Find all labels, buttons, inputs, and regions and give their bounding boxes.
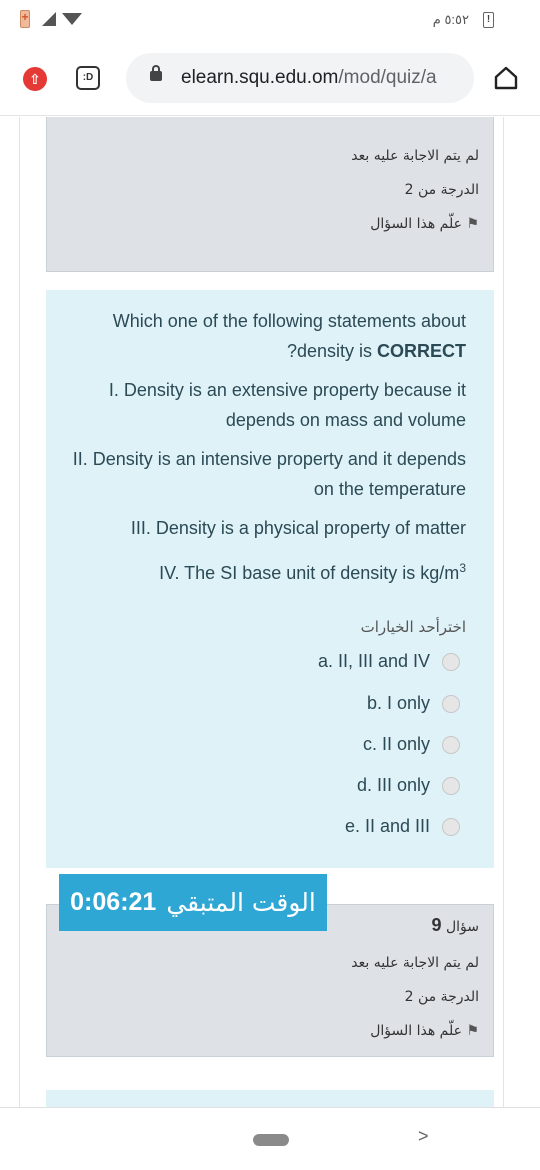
next-question-content: [46, 1090, 494, 1107]
option-radio[interactable]: [442, 817, 460, 836]
flag-question-link[interactable]: ⚑ علّم هذا السؤال: [370, 216, 479, 232]
back-chevron-icon[interactable]: >: [418, 1126, 429, 1147]
home-gesture-pill[interactable]: [253, 1134, 289, 1146]
wifi-icon: [62, 13, 82, 25]
battery-saver-icon: [20, 10, 30, 28]
url-host: elearn.squ.edu.om: [181, 67, 339, 88]
flag-question-link[interactable]: ⚑ علّم هذا السؤال: [370, 1023, 479, 1039]
statement-4: IV. The SI base unit of density is kg/m3: [66, 553, 466, 588]
browser-toolbar: ⇧ :D elearn.squ.edu.om/mod/quiz/a: [0, 40, 540, 116]
question-line-2: ?density is CORRECT: [66, 336, 466, 366]
upload-icon[interactable]: ⇧: [23, 67, 47, 91]
question-content: Which one of the following statements ab…: [46, 290, 494, 868]
option-radio[interactable]: [442, 735, 460, 754]
previous-question-info: لم يتم الاجابة عليه بعد الدرجة من 2 ⚑ عل…: [46, 117, 494, 272]
question-line-1: Which one of the following statements ab…: [112, 311, 466, 331]
option-c[interactable]: c. II only: [363, 734, 460, 755]
statement-2: II. Density is an intensive property and…: [72, 449, 466, 499]
timer-value: 0:06:21: [70, 888, 157, 916]
flag-icon: ⚑: [466, 216, 479, 232]
option-radio[interactable]: [442, 652, 460, 671]
statement-3: III. Density is a physical property of m…: [130, 518, 466, 538]
extension-icon[interactable]: :D: [76, 66, 100, 90]
question-status: لم يتم الاجابة عليه بعد: [351, 148, 479, 164]
timer-label: الوقت المتبقي: [166, 888, 316, 917]
lock-icon[interactable]: [150, 65, 162, 81]
option-d[interactable]: d. III only: [357, 775, 460, 796]
status-bar: ٥:٥٢ م !: [0, 0, 540, 40]
option-b[interactable]: b. I only: [367, 693, 460, 714]
signal-icon: [42, 12, 56, 26]
option-a[interactable]: a. II, III and IV: [318, 651, 460, 672]
quiz-timer: الوقت المتبقي 0:06:21: [59, 874, 327, 931]
page-content: لم يتم الاجابة عليه بعد الدرجة من 2 ⚑ عل…: [0, 117, 540, 1107]
answer-prompt: اخترأحد الخيارات: [360, 618, 466, 636]
question-number-value: 9: [431, 915, 442, 935]
option-radio[interactable]: [442, 694, 460, 713]
option-label: a. II, III and IV: [317, 651, 430, 671]
option-label: e. II and III: [344, 816, 430, 836]
flag-question-label: علّم هذا السؤال: [370, 216, 462, 232]
flag-question-label: علّم هذا السؤال: [370, 1023, 462, 1039]
statement-4-superscript: 3: [459, 561, 466, 575]
question-emphasis: CORRECT: [377, 341, 466, 361]
option-label: c. II only: [362, 734, 430, 754]
option-label: d. III only: [356, 775, 430, 795]
question-status: لم يتم الاجابة عليه بعد: [351, 955, 479, 971]
statement-1: I. Density is an extensive property beca…: [108, 380, 466, 430]
question-number-label: سؤال: [445, 919, 479, 935]
url-text[interactable]: elearn.squ.edu.om/mod/quiz/a: [181, 67, 471, 89]
statement-4-text: IV. The SI base unit of density is kg/m: [159, 563, 460, 583]
question-line-2-text: ?density is: [286, 341, 377, 361]
home-icon[interactable]: [492, 64, 520, 92]
url-path: /mod/quiz/a: [338, 67, 437, 88]
flag-icon: ⚑: [466, 1023, 479, 1039]
status-icons-left: [20, 10, 82, 28]
question-grade: الدرجة من 2: [404, 989, 479, 1005]
address-bar[interactable]: elearn.squ.edu.om/mod/quiz/a: [126, 53, 474, 103]
option-radio[interactable]: [442, 776, 460, 795]
option-e[interactable]: e. II and III: [345, 816, 460, 837]
question-grade: الدرجة من 2: [404, 182, 479, 198]
question-text: Which one of the following statements ab…: [66, 306, 466, 366]
clock: ٥:٥٢ م: [432, 12, 469, 27]
alert-icon: !: [483, 12, 494, 28]
question-number: سؤال 9: [432, 915, 480, 936]
system-nav-bar: >: [0, 1107, 540, 1170]
status-icons-right: ٥:٥٢ م !: [433, 12, 494, 28]
option-label: b. I only: [366, 693, 430, 713]
